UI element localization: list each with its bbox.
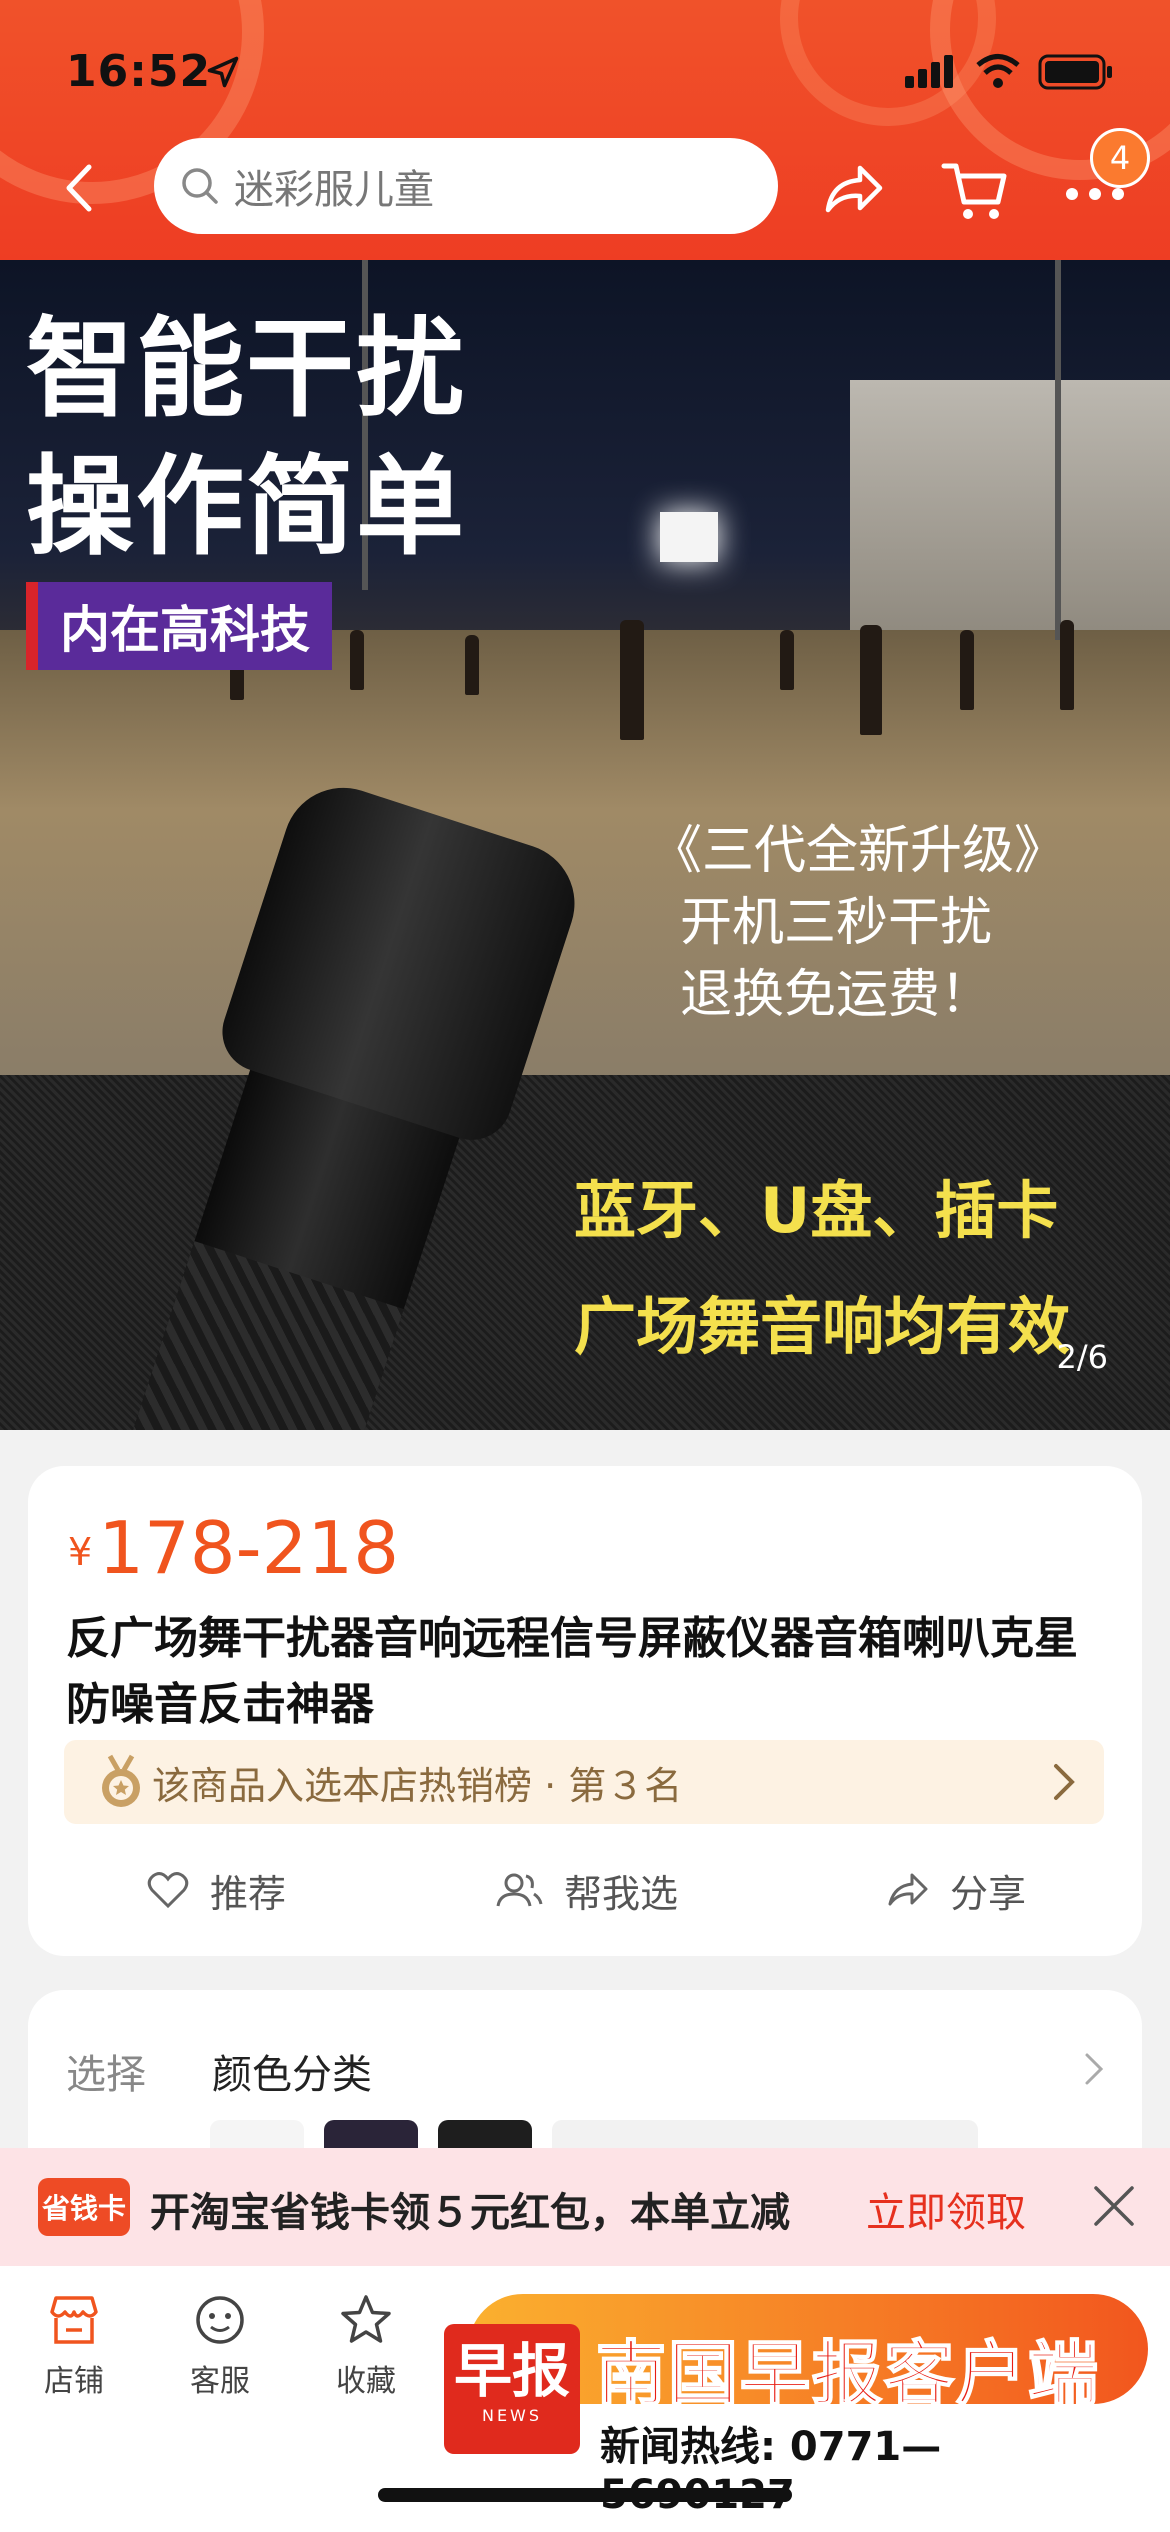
recommend-button[interactable]: 推荐 bbox=[146, 1850, 286, 1930]
product-title: 反广场舞干扰器音响远程信号屏蔽仪器音箱喇叭克星防噪音反击神器 bbox=[66, 1613, 1078, 1730]
news-logo-text: 早报 bbox=[453, 2337, 570, 2405]
close-icon[interactable] bbox=[1092, 2184, 1136, 2228]
price-range: 178-218 bbox=[98, 1506, 400, 1590]
chevron-right-icon bbox=[1054, 1764, 1075, 1800]
claim-now-link[interactable]: 立即领取 bbox=[866, 2180, 1026, 2238]
news-app-watermark: 早报 NEWS 南国早报客户端 新闻热线: 0771— 5690127 bbox=[444, 2288, 1148, 2518]
search-input[interactable]: 迷彩服儿童 bbox=[154, 138, 778, 234]
carousel-page-indicator: 2/6 bbox=[1056, 1338, 1109, 1376]
news-app-name: 南国早报客户端 bbox=[595, 2332, 1100, 2416]
recommend-label: 推荐 bbox=[210, 1871, 287, 1916]
price: ¥178-218 bbox=[68, 1506, 399, 1590]
cart-icon[interactable] bbox=[940, 156, 1010, 226]
hero-feature-2: 广场舞音响均有效 bbox=[574, 1290, 1071, 1363]
top-header: 16:52 迷彩服儿童 4 bbox=[0, 0, 1170, 260]
heart-icon bbox=[147, 1872, 189, 1909]
news-hotline: 新闻热线: 0771— 5690127 bbox=[600, 2424, 942, 2518]
store-tab[interactable]: 店铺 bbox=[14, 2294, 134, 2424]
hero-feature-1: 蓝牙、U盘、插卡 bbox=[574, 1174, 1059, 1247]
customer-service-label: 客服 bbox=[190, 2364, 250, 2399]
hero-promo-line-1: 《三代全新升级》 bbox=[650, 821, 1067, 881]
plaza-screen bbox=[660, 512, 718, 562]
selection-value: 颜色分类 bbox=[212, 2052, 372, 2098]
medal-icon bbox=[102, 1754, 140, 1807]
share-button[interactable]: 分享 bbox=[886, 1850, 1026, 1930]
chevron-right-icon bbox=[1085, 2053, 1104, 2085]
share-icon[interactable] bbox=[820, 158, 886, 224]
crowd-figure bbox=[960, 630, 974, 710]
search-icon bbox=[182, 168, 218, 204]
product-image-carousel[interactable]: 智能干扰 操作简单 内在高科技 《三代全新升级》 开机三秒干扰 退换免运费！ 蓝… bbox=[0, 260, 1170, 1430]
hero-tag: 内在高科技 bbox=[26, 582, 332, 670]
battery-icon bbox=[1038, 54, 1112, 90]
crowd-figure bbox=[620, 620, 644, 740]
customer-service-tab[interactable]: 客服 bbox=[160, 2294, 280, 2424]
people-icon bbox=[496, 1873, 543, 1907]
crowd-figure bbox=[465, 635, 479, 695]
crowd-figure bbox=[350, 630, 364, 690]
status-bar: 16:52 bbox=[0, 40, 1170, 110]
cart-count-badge: 4 bbox=[1090, 128, 1150, 188]
customer-service-icon bbox=[196, 2296, 244, 2344]
search-placeholder: 迷彩服儿童 bbox=[234, 167, 434, 213]
star-icon bbox=[341, 2295, 391, 2343]
share-label: 分享 bbox=[950, 1871, 1027, 1916]
crowd-figure bbox=[780, 630, 794, 690]
cellular-signal-icon bbox=[905, 55, 953, 88]
light-pole bbox=[1055, 260, 1061, 640]
background-building bbox=[850, 380, 1170, 650]
product-info-card: ¥178-218 反广场舞干扰器音响远程信号屏蔽仪器音箱喇叭克星防噪音反击神器 … bbox=[28, 1466, 1142, 1956]
rank-text: 该商品入选本店热销榜 · 第３名 bbox=[152, 1763, 683, 1808]
crowd-figure bbox=[1060, 620, 1074, 710]
hot-sales-rank-banner[interactable]: 该商品入选本店热销榜 · 第３名 bbox=[64, 1740, 1104, 1824]
crowd-figure bbox=[860, 625, 882, 735]
help-me-choose-button[interactable]: 帮我选 bbox=[494, 1850, 678, 1930]
coupon-promo-bar[interactable]: 省钱卡 开淘宝省钱卡领５元红包，本单立减 立即领取 bbox=[0, 2148, 1170, 2266]
help-me-choose-label: 帮我选 bbox=[564, 1871, 679, 1916]
hero-headline-2: 操作简单 bbox=[26, 445, 467, 570]
favorite-tab[interactable]: 收藏 bbox=[306, 2294, 426, 2424]
store-label: 店铺 bbox=[44, 2364, 104, 2399]
chevron-left-icon bbox=[66, 164, 92, 212]
favorite-label: 收藏 bbox=[336, 2364, 396, 2399]
hero-promo-line-3: 退换免运费！ bbox=[680, 965, 993, 1025]
news-logo: 早报 NEWS bbox=[444, 2324, 580, 2454]
currency-symbol: ¥ bbox=[68, 1530, 93, 1574]
status-time: 16:52 bbox=[66, 46, 212, 97]
location-arrow-icon bbox=[207, 56, 239, 88]
selection-label: 选择 bbox=[66, 2052, 146, 2098]
product-actions: 推荐 帮我选 分享 bbox=[28, 1850, 1142, 1930]
store-icon bbox=[50, 2296, 98, 2344]
hero-headline-1: 智能干扰 bbox=[26, 307, 467, 432]
share-icon bbox=[888, 1873, 928, 1906]
news-logo-sub: NEWS bbox=[481, 2406, 543, 2425]
hero-promo-line-2: 开机三秒干扰 bbox=[680, 893, 993, 953]
home-indicator-bar bbox=[378, 2488, 792, 2502]
savings-card-tag: 省钱卡 bbox=[38, 2178, 130, 2236]
wifi-icon bbox=[976, 54, 1020, 88]
back-button[interactable] bbox=[50, 160, 106, 216]
promo-text: 开淘宝省钱卡领５元红包，本单立减 bbox=[150, 2190, 790, 2236]
